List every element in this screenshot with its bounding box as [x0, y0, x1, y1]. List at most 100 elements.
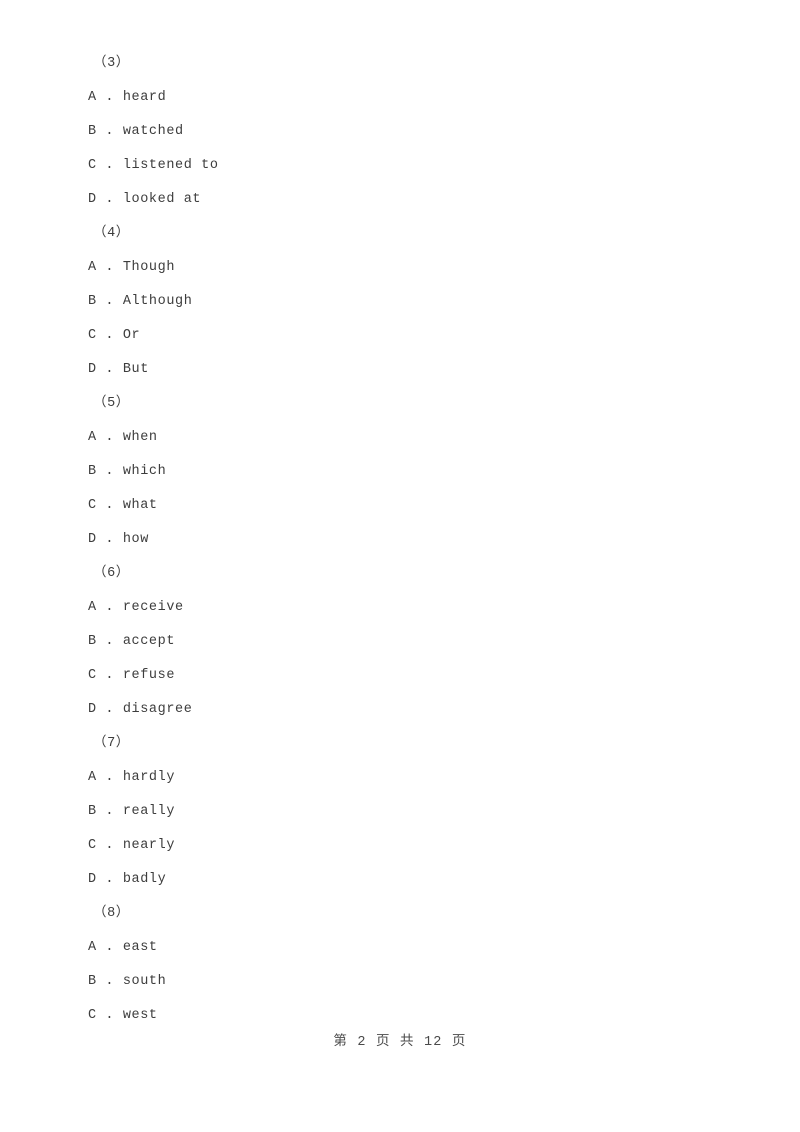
- option-row[interactable]: B . really: [88, 795, 748, 829]
- option-row[interactable]: B . south: [88, 965, 748, 999]
- question-number: （8）: [93, 906, 130, 921]
- option-row[interactable]: C . refuse: [88, 659, 748, 693]
- option-text: refuse: [122, 668, 176, 683]
- option-text: nearly: [122, 838, 176, 853]
- option-separator: .: [96, 158, 123, 173]
- option-letter: D: [88, 532, 97, 547]
- option-separator: .: [96, 362, 123, 377]
- option-row[interactable]: C . Or: [88, 319, 748, 353]
- option-letter: B: [88, 124, 97, 139]
- question-block: （7） A . hardly B . really C . nearly D .…: [88, 727, 748, 897]
- option-letter: A: [88, 770, 97, 785]
- option-letter: B: [88, 294, 97, 309]
- option-row[interactable]: D . badly: [88, 863, 748, 897]
- option-letter: C: [88, 158, 97, 173]
- option-letter: A: [88, 90, 97, 105]
- option-separator: .: [96, 600, 123, 615]
- option-separator: .: [96, 940, 123, 955]
- option-row[interactable]: A . receive: [88, 591, 748, 625]
- option-separator: .: [96, 804, 123, 819]
- option-text: looked at: [122, 192, 202, 207]
- question-number: （5）: [93, 396, 130, 411]
- option-row[interactable]: B . which: [88, 455, 748, 489]
- option-separator: .: [96, 872, 123, 887]
- option-text: But: [122, 362, 149, 377]
- option-letter: B: [88, 464, 97, 479]
- option-separator: .: [96, 1008, 123, 1023]
- option-separator: .: [96, 498, 123, 513]
- question-number: （4）: [93, 226, 130, 241]
- option-row[interactable]: B . Although: [88, 285, 748, 319]
- option-text: really: [122, 804, 176, 819]
- option-letter: A: [88, 600, 97, 615]
- document-page: （3） A . heard B . watched C . listened t…: [0, 0, 800, 1132]
- option-row[interactable]: B . accept: [88, 625, 748, 659]
- option-row[interactable]: C . what: [88, 489, 748, 523]
- option-letter: B: [88, 804, 97, 819]
- option-row[interactable]: A . east: [88, 931, 748, 965]
- option-text: Or: [122, 328, 141, 343]
- option-row[interactable]: D . how: [88, 523, 748, 557]
- option-text: badly: [122, 872, 167, 887]
- option-text: disagree: [122, 702, 193, 717]
- question-number: （7）: [93, 736, 130, 751]
- question-block: （8） A . east B . south C . west: [88, 897, 748, 1033]
- option-row[interactable]: C . listened to: [88, 149, 748, 183]
- question-block: （4） A . Though B . Although C . Or D . B…: [88, 217, 748, 387]
- option-letter: C: [88, 498, 97, 513]
- option-text: west: [122, 1008, 158, 1023]
- question-number: （3）: [93, 56, 130, 71]
- option-letter: A: [88, 430, 97, 445]
- option-text: watched: [122, 124, 184, 139]
- option-row[interactable]: D . But: [88, 353, 748, 387]
- option-separator: .: [96, 260, 123, 275]
- option-row[interactable]: A . Though: [88, 251, 748, 285]
- option-row[interactable]: C . nearly: [88, 829, 748, 863]
- option-text: what: [122, 498, 158, 513]
- option-separator: .: [96, 668, 123, 683]
- option-text: east: [122, 940, 158, 955]
- option-separator: .: [96, 192, 123, 207]
- option-letter: D: [88, 872, 97, 887]
- option-text: accept: [122, 634, 176, 649]
- option-separator: .: [96, 90, 123, 105]
- question-number: （6）: [93, 566, 130, 581]
- option-letter: B: [88, 634, 97, 649]
- option-row[interactable]: A . when: [88, 421, 748, 455]
- option-row[interactable]: D . disagree: [88, 693, 748, 727]
- option-row[interactable]: D . looked at: [88, 183, 748, 217]
- option-row[interactable]: B . watched: [88, 115, 748, 149]
- option-letter: C: [88, 328, 97, 343]
- option-separator: .: [96, 532, 123, 547]
- option-letter: B: [88, 974, 97, 989]
- option-text: hardly: [122, 770, 176, 785]
- option-separator: .: [96, 634, 123, 649]
- option-separator: .: [96, 294, 123, 309]
- option-separator: .: [96, 464, 123, 479]
- option-letter: C: [88, 838, 97, 853]
- option-text: how: [122, 532, 149, 547]
- option-text: when: [122, 430, 158, 445]
- option-row[interactable]: C . west: [88, 999, 748, 1033]
- option-separator: .: [96, 702, 123, 717]
- option-separator: .: [96, 430, 123, 445]
- option-letter: D: [88, 702, 97, 717]
- question-block: （6） A . receive B . accept C . refuse D …: [88, 557, 748, 727]
- question-list: （3） A . heard B . watched C . listened t…: [88, 47, 748, 1033]
- option-row[interactable]: A . heard: [88, 81, 748, 115]
- option-separator: .: [96, 328, 123, 343]
- option-letter: A: [88, 260, 97, 275]
- option-text: which: [122, 464, 167, 479]
- option-separator: .: [96, 974, 123, 989]
- option-row[interactable]: A . hardly: [88, 761, 748, 795]
- option-letter: D: [88, 362, 97, 377]
- option-separator: .: [96, 838, 123, 853]
- option-text: Although: [122, 294, 193, 309]
- page-footer: 第 2 页 共 12 页: [333, 1035, 467, 1050]
- question-block: （5） A . when B . which C . what D . how: [88, 387, 748, 557]
- question-block: （3） A . heard B . watched C . listened t…: [88, 47, 748, 217]
- option-text: receive: [122, 600, 184, 615]
- option-letter: D: [88, 192, 97, 207]
- option-text: south: [122, 974, 167, 989]
- option-separator: .: [96, 124, 123, 139]
